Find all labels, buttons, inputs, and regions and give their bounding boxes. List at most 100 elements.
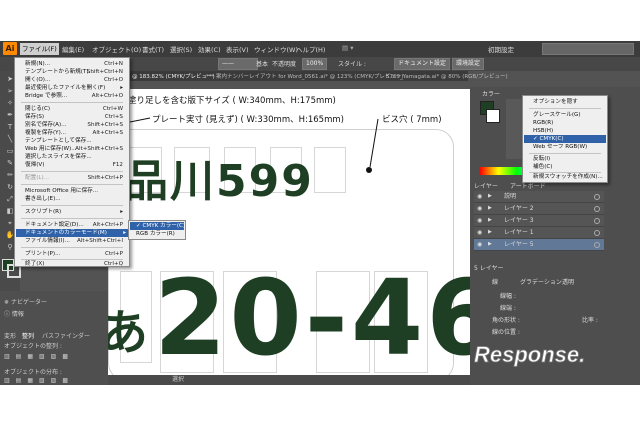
visibility-eye-icon[interactable]: ◉ <box>477 203 482 214</box>
menu-view[interactable]: 表示(V) <box>226 44 249 54</box>
target-indicator[interactable] <box>594 206 600 212</box>
menu-separator <box>21 205 123 206</box>
target-indicator[interactable] <box>594 230 600 236</box>
document-setup-button[interactable]: ドキュメント設定 <box>394 58 451 70</box>
menu-item-save-copy[interactable]: 複製を保存(Y)... Alt+Ctrl+S <box>25 129 125 137</box>
expand-arrow-icon[interactable]: ▶ <box>488 239 492 250</box>
stroke-preview[interactable]: —— <box>218 58 258 70</box>
gradient-panel-tab[interactable]: グラデーション <box>520 277 562 286</box>
navigator-icon[interactable]: ✵ <box>4 299 11 306</box>
flyout-item-hsb[interactable]: HSB(H) <box>524 127 606 135</box>
menu-item-save-template[interactable]: テンプレートとして保存... <box>25 137 125 145</box>
stroke-panel-tab[interactable]: 線 <box>492 277 498 286</box>
menu-item-document-setup[interactable]: ドキュメント設定(D)... Alt+Ctrl+P <box>25 221 125 229</box>
tab-align[interactable]: 整列 <box>22 331 34 340</box>
tab-doc-3[interactable]: 5769_Yamagata.ai* @ 80% (RGB/プレビュー) <box>386 72 508 80</box>
menu-object[interactable]: オブジェクト(O) <box>92 44 141 54</box>
menu-item-place[interactable]: 配置(L)... Shift+Ctrl+P <box>25 174 125 182</box>
flyout-item-invert[interactable]: 反転(I) <box>524 155 606 163</box>
menu-effect[interactable]: 効果(C) <box>198 44 221 54</box>
layer-row[interactable]: ◉ ▶ レイヤー 1 <box>474 227 604 239</box>
menu-item-scripts[interactable]: スクリプト(R) ▸ <box>25 208 125 216</box>
menu-item-open[interactable]: 開く(O)... Ctrl+O <box>25 76 125 84</box>
target-indicator[interactable] <box>594 242 600 248</box>
menu-edit[interactable]: 編集(E) <box>62 44 84 54</box>
menu-item-print[interactable]: プリント(P)... Ctrl+P <box>25 250 125 258</box>
submenu-item-cmyk[interactable]: ✓ CMYK カラー(C) <box>130 222 185 230</box>
status-label[interactable]: 選択 <box>172 375 184 385</box>
menu-item-revert[interactable]: 復帰(V) F12 <box>25 161 125 169</box>
transparency-panel-tab[interactable]: 透明 <box>562 277 574 286</box>
menu-help[interactable]: ヘルプ(H) <box>296 44 325 54</box>
menu-item-close[interactable]: 閉じる(C) Ctrl+W <box>25 105 125 113</box>
flyout-item-hide-options[interactable]: オプションを隠す <box>524 98 606 106</box>
ratio-label: 比率 : <box>582 317 598 324</box>
flyout-item-new-swatch[interactable]: 新規スウォッチを作成(N)... <box>524 173 606 181</box>
flyout-item-rgb[interactable]: RGB(R) <box>524 119 606 127</box>
layers-panel-tab[interactable]: レイヤー <box>474 181 498 190</box>
menu-item-open-recent[interactable]: 最近使用したファイルを開く(F) ▸ <box>25 84 125 92</box>
layer-row-selected[interactable]: ◉ ▶ レイヤー 5 <box>474 239 604 251</box>
menu-type[interactable]: 書式(T) <box>142 44 164 54</box>
menu-select[interactable]: 選択(S) <box>170 44 192 54</box>
navigator-label[interactable]: ナビゲーター <box>11 299 47 306</box>
submenu-item-rgb[interactable]: RGB カラー(R) <box>130 230 184 238</box>
menu-item-exit[interactable]: 終了(X) Ctrl+Q <box>25 260 125 268</box>
tab-doc-1[interactable]: @ 183.82% (CMYK/プレビュー) <box>132 72 215 80</box>
menu-item-browse-bridge[interactable]: Bridge で参照... Alt+Ctrl+O <box>25 92 125 100</box>
menu-item-new[interactable]: 新規(N)... Ctrl+N <box>25 60 125 68</box>
bridge-icon[interactable]: ▤ ▾ <box>342 44 353 52</box>
target-indicator[interactable] <box>594 218 600 224</box>
menu-item-save-for-web[interactable]: Web 用に保存(W)... Alt+Shift+Ctrl+S <box>25 145 125 153</box>
opacity-label: 不透明度 <box>272 61 297 68</box>
expand-arrow-icon[interactable]: ▶ <box>488 203 492 214</box>
preferences-button[interactable]: 環境設定 <box>452 58 485 70</box>
menu-separator <box>21 102 123 103</box>
menu-item-save-ms-office[interactable]: Microsoft Office 用に保存... <box>25 187 125 195</box>
align-buttons[interactable]: ▥▤▦▧▨▩ <box>4 353 74 360</box>
tab-doc-2[interactable]: *** 案内ナンバーレイアウト for Word_0561.ai* @ 123%… <box>206 72 404 80</box>
color-stroke-swatch[interactable] <box>486 109 500 123</box>
info-label[interactable]: 情報 <box>12 311 24 318</box>
search-input[interactable] <box>542 43 634 55</box>
menu-window[interactable]: ウィンドウ(W) <box>254 44 298 54</box>
distribute-buttons[interactable]: ▥▤▦▧▨▩ <box>4 377 74 384</box>
flyout-item-grayscale[interactable]: グレースケール(G) <box>524 111 606 119</box>
layer-name: 説明 <box>504 193 517 200</box>
menu-item-document-color-mode[interactable]: ドキュメントのカラーモード(M) ▸ <box>16 229 128 237</box>
corner-label: 角の形状 : <box>492 317 520 324</box>
menu-item-save-slices[interactable]: 選択したスライスを保存... <box>25 153 125 161</box>
align-stroke-label: 線の位置 : <box>492 329 520 336</box>
color-mode-submenu: ✓ CMYK カラー(C) RGB カラー(R) <box>128 220 186 240</box>
menu-file[interactable]: ファイル(F) <box>20 43 59 55</box>
style-label: スタイル : <box>338 61 366 68</box>
layer-row[interactable]: ◉ ▶ 説明 <box>474 191 604 203</box>
flyout-item-complement[interactable]: 補色(C) <box>524 163 606 171</box>
menu-item-save[interactable]: 保存(S) Ctrl+S <box>25 113 125 121</box>
visibility-eye-icon[interactable]: ◉ <box>477 191 482 202</box>
menu-item-export[interactable]: 書き出し(E)... <box>25 195 125 203</box>
cmyk-sliders[interactable] <box>506 99 522 159</box>
layer-name: レイヤー 3 <box>504 217 534 224</box>
color-panel-tab[interactable]: カラー <box>482 89 500 98</box>
layer-row[interactable]: ◉ ▶ レイヤー 2 <box>474 203 604 215</box>
plate-region-number: 品川599 <box>124 156 314 207</box>
menu-item-save-as[interactable]: 別名で保存(A)... Shift+Ctrl+S <box>25 121 125 129</box>
visibility-eye-icon[interactable]: ◉ <box>477 215 482 226</box>
expand-arrow-icon[interactable]: ▶ <box>488 191 492 202</box>
menu-item-new-from-template[interactable]: テンプレートから新規(T)... Shift+Ctrl+N <box>25 68 125 76</box>
visibility-eye-icon[interactable]: ◉ <box>477 239 482 250</box>
info-icon[interactable]: ⓘ <box>4 311 12 318</box>
tab-pathfinder[interactable]: パスファインダー <box>42 331 90 340</box>
visibility-eye-icon[interactable]: ◉ <box>477 227 482 238</box>
workspace-switcher[interactable]: 初期設定 <box>488 44 514 54</box>
flyout-item-cmyk[interactable]: ✓ CMYK(C) <box>524 135 606 143</box>
menu-item-file-info[interactable]: ファイル情報(I)... Alt+Shift+Ctrl+I <box>25 237 125 245</box>
expand-arrow-icon[interactable]: ▶ <box>488 215 492 226</box>
opacity-input[interactable]: 100% <box>302 58 328 70</box>
target-indicator[interactable] <box>594 194 600 200</box>
expand-arrow-icon[interactable]: ▶ <box>488 227 492 238</box>
layer-row[interactable]: ◉ ▶ レイヤー 3 <box>474 215 604 227</box>
tab-transform[interactable]: 変形 <box>4 331 16 340</box>
flyout-item-web-safe-rgb[interactable]: Web セーフ RGB(W) <box>524 143 606 151</box>
